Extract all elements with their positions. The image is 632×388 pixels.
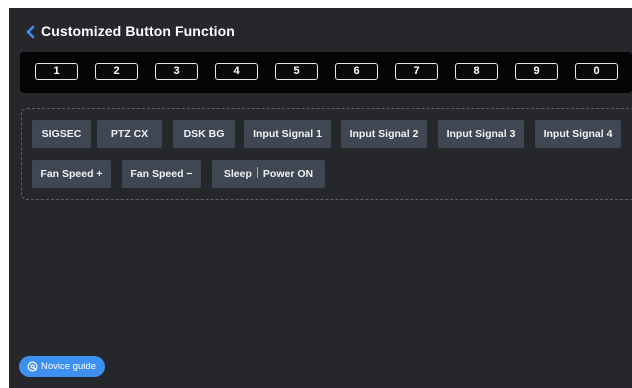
ptz-cx-button[interactable]: PTZ CX (97, 120, 162, 148)
separator (256, 167, 258, 178)
input-signal-2-button[interactable]: Input Signal 2 (341, 120, 427, 148)
key-1[interactable]: 1 (35, 63, 78, 80)
power-on-label: Power ON (262, 168, 314, 180)
custom-button-screen: Customized Button Function 1 2 3 4 5 6 7… (9, 8, 632, 388)
novice-guide-button[interactable]: Novice guide (19, 356, 105, 377)
key-8[interactable]: 8 (455, 63, 498, 80)
sleep-label: Sleep (223, 168, 252, 180)
key-4[interactable]: 4 (215, 63, 258, 80)
fan-speed-up-button[interactable]: Fan Speed + (32, 160, 111, 188)
key-2[interactable]: 2 (95, 63, 138, 80)
key-7[interactable]: 7 (395, 63, 438, 80)
key-9[interactable]: 9 (515, 63, 558, 80)
key-5[interactable]: 5 (275, 63, 318, 80)
sigsec-button[interactable]: SIGSEC (32, 120, 91, 148)
fan-speed-down-button[interactable]: Fan Speed − (122, 160, 201, 188)
key-0[interactable]: 0 (575, 63, 618, 80)
number-keypad: 1 2 3 4 5 6 7 8 9 0 (20, 52, 632, 93)
novice-guide-label: Novice guide (41, 361, 96, 372)
input-signal-1-button[interactable]: Input Signal 1 (244, 120, 331, 148)
key-3[interactable]: 3 (155, 63, 198, 80)
help-circle-icon (27, 361, 38, 372)
key-6[interactable]: 6 (335, 63, 378, 80)
sleep-power-on-button[interactable]: Sleep Power ON (212, 160, 325, 188)
chevron-left-icon[interactable] (25, 25, 37, 39)
input-signal-3-button[interactable]: Input Signal 3 (438, 120, 524, 148)
dsk-bg-button[interactable]: DSK BG (173, 120, 235, 148)
input-signal-4-button[interactable]: Input Signal 4 (535, 120, 621, 148)
page-title: Customized Button Function (41, 23, 235, 39)
